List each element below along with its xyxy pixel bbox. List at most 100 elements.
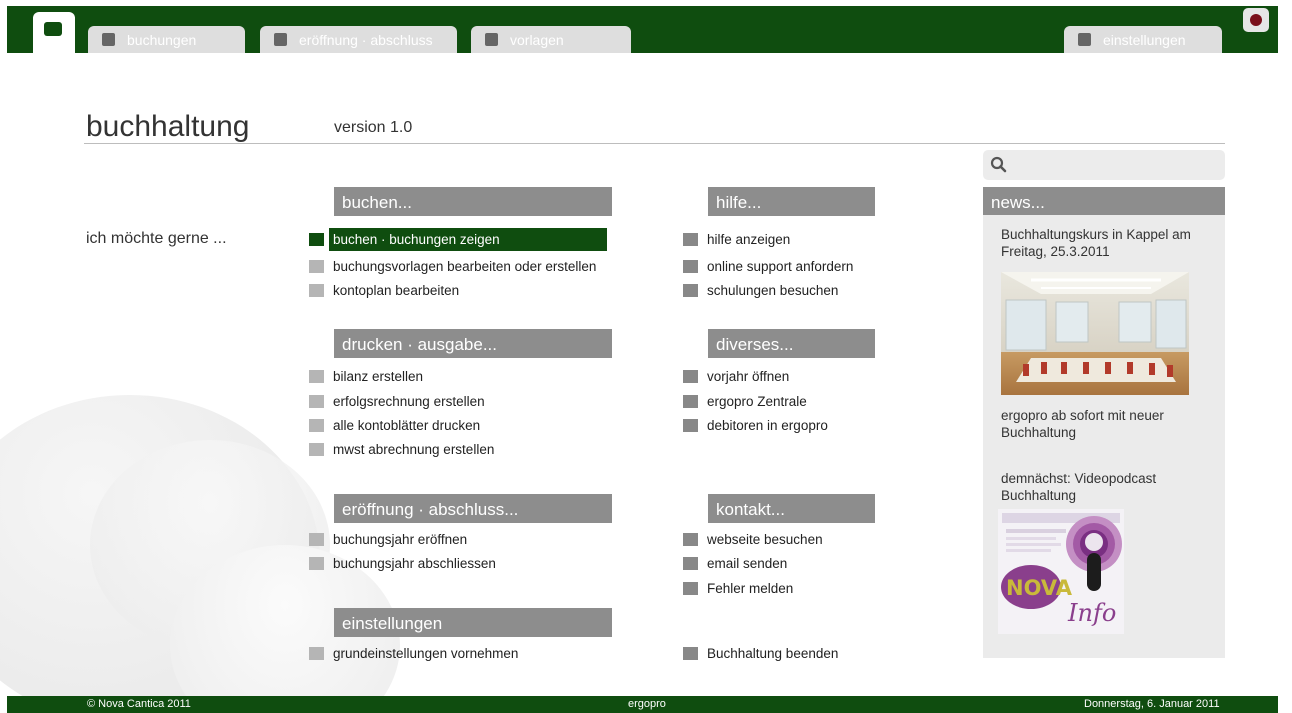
bullet-icon [683, 556, 698, 570]
bullet-icon [309, 283, 324, 297]
bullet-icon [309, 394, 324, 408]
news-panel: news... Buchhaltungskurs in Kappel am Fr… [983, 187, 1225, 658]
bullet-icon [309, 369, 324, 383]
svg-text:NOVA: NOVA [1006, 576, 1073, 600]
tab-label: einstellungen [1103, 31, 1186, 48]
section-header-einstellungen: einstellungen [334, 608, 612, 637]
tab-square-icon [274, 33, 287, 46]
section-header-diverses: diverses... [708, 329, 875, 358]
news-item-text[interactable]: demnächst: Videopodcast Buchhaltung [1001, 470, 1216, 504]
bullet-icon [683, 232, 698, 246]
menu-item-label: bilanz erstellen [333, 368, 424, 384]
menu-item-label: vorjahr öffnen [707, 368, 790, 384]
footer-center-label: ergopro [628, 698, 666, 710]
menu-item-label: kontoplan bearbeiten [333, 282, 460, 298]
tab-square-icon [1078, 33, 1091, 46]
bullet-icon [309, 532, 324, 546]
search-icon [990, 156, 1007, 173]
menu-item-label: webseite besuchen [707, 531, 823, 547]
menu-item-label: buchen · buchungen zeigen [329, 227, 607, 251]
menu-item-kontoblaetter[interactable]: alle kontoblätter drucken [309, 415, 480, 435]
menu-item-label: schulungen besuchen [707, 282, 839, 298]
version-label: version 1.0 [334, 119, 413, 136]
home-icon [44, 22, 62, 36]
bullet-icon [683, 259, 698, 273]
menu-item-buchungsvorlagen[interactable]: buchungsvorlagen bearbeiten oder erstell… [309, 256, 596, 276]
section-header-buchen: buchen... [334, 187, 612, 216]
podcast-logo-image[interactable]: NOVA Info [998, 509, 1124, 634]
menu-item-label: hilfe anzeigen [707, 231, 791, 247]
menu-item-label: debitoren in ergopro [707, 417, 828, 433]
section-header-kontakt: kontakt... [708, 494, 875, 523]
menu-item-schulungen[interactable]: schulungen besuchen [683, 280, 838, 300]
section-header-eroeffnung: eröffnung · abschluss... [334, 494, 612, 523]
menu-item-zentrale[interactable]: ergopro Zentrale [683, 391, 807, 411]
menu-item-label: online support anfordern [707, 258, 854, 274]
page-title: buchhaltung [86, 110, 250, 143]
menu-item-vorjahr[interactable]: vorjahr öffnen [683, 366, 789, 386]
bullet-icon [683, 369, 698, 383]
footer-copyright: © Nova Cantica 2011 [87, 698, 191, 710]
bullet-icon [309, 442, 324, 456]
menu-item-kontoplan[interactable]: kontoplan bearbeiten [309, 280, 459, 300]
menu-item-fehler[interactable]: Fehler melden [683, 578, 793, 598]
news-item-text[interactable]: ergopro ab sofort mit neuer Buchhaltung [1001, 407, 1216, 441]
menu-item-label: buchungsjahr abschliessen [333, 555, 496, 571]
bullet-icon [309, 418, 324, 432]
title-divider [84, 143, 1225, 144]
footer-bar: © Nova Cantica 2011 ergopro Donnerstag, … [7, 696, 1278, 713]
tab-eroeffnung-abschluss[interactable]: eröffnung · abschluss [260, 26, 457, 53]
menu-item-jahr-abschliessen[interactable]: buchungsjahr abschliessen [309, 553, 496, 573]
bullet-icon [683, 532, 698, 546]
menu-item-label: Fehler melden [707, 580, 794, 596]
quit-button[interactable]: Buchhaltung beenden [683, 643, 838, 663]
menu-item-hilfe-anzeigen[interactable]: hilfe anzeigen [683, 229, 790, 249]
menu-item-mwst[interactable]: mwst abrechnung erstellen [309, 439, 494, 459]
menu-item-grundeinstellungen[interactable]: grundeinstellungen vornehmen [309, 643, 518, 663]
menu-item-label: buchungsjahr eröffnen [333, 531, 468, 547]
menu-item-label: erfolgsrechnung erstellen [333, 393, 485, 409]
menu-item-email[interactable]: email senden [683, 553, 787, 573]
menu-item-buchen-zeigen[interactable]: buchen · buchungen zeigen [309, 227, 607, 251]
news-item-text[interactable]: Buchhaltungskurs in Kappel am Freitag, 2… [1001, 226, 1211, 260]
menu-item-label: grundeinstellungen vornehmen [333, 645, 519, 661]
tab-label: eröffnung · abschluss [299, 31, 433, 48]
tab-square-icon [485, 33, 498, 46]
bullet-icon [683, 418, 698, 432]
quit-label: Buchhaltung beenden [707, 645, 839, 661]
menu-item-jahr-eroeffnen[interactable]: buchungsjahr eröffnen [309, 529, 467, 549]
news-header: news... [983, 187, 1225, 215]
section-header-drucken: drucken · ausgabe... [334, 329, 612, 358]
tab-vorlagen[interactable]: vorlagen [471, 26, 631, 53]
search-input[interactable] [983, 150, 1225, 180]
bullet-icon [683, 581, 698, 595]
bullet-icon [683, 394, 698, 408]
power-icon [1250, 14, 1262, 26]
tab-square-icon [102, 33, 115, 46]
home-button[interactable] [33, 12, 75, 53]
menu-item-label: buchungsvorlagen bearbeiten oder erstell… [333, 258, 597, 274]
menu-item-support[interactable]: online support anfordern [683, 256, 853, 276]
bullet-icon [309, 556, 324, 570]
menu-item-erfolgsrechnung[interactable]: erfolgsrechnung erstellen [309, 391, 485, 411]
menu-item-label: mwst abrechnung erstellen [333, 441, 495, 457]
menu-item-bilanz[interactable]: bilanz erstellen [309, 366, 423, 386]
svg-text:Info: Info [1067, 599, 1116, 627]
menu-item-debitoren[interactable]: debitoren in ergopro [683, 415, 828, 435]
bullet-icon [309, 646, 324, 660]
bullet-icon [309, 259, 324, 273]
section-header-hilfe: hilfe... [708, 187, 875, 216]
tab-einstellungen[interactable]: einstellungen [1064, 26, 1222, 53]
tab-label: buchungen [127, 31, 197, 48]
bullet-icon [683, 283, 698, 297]
power-button[interactable] [1243, 8, 1269, 32]
intro-text: ich möchte gerne ... [86, 230, 227, 247]
menu-item-webseite[interactable]: webseite besuchen [683, 529, 823, 549]
menu-item-label: email senden [707, 555, 788, 571]
bullet-icon [683, 646, 698, 660]
menu-item-label: alle kontoblätter drucken [333, 417, 481, 433]
bullet-icon [309, 232, 324, 246]
tab-buchungen[interactable]: buchungen [88, 26, 245, 53]
seminar-room-photo[interactable] [1001, 272, 1189, 395]
tab-label: vorlagen [510, 31, 564, 48]
